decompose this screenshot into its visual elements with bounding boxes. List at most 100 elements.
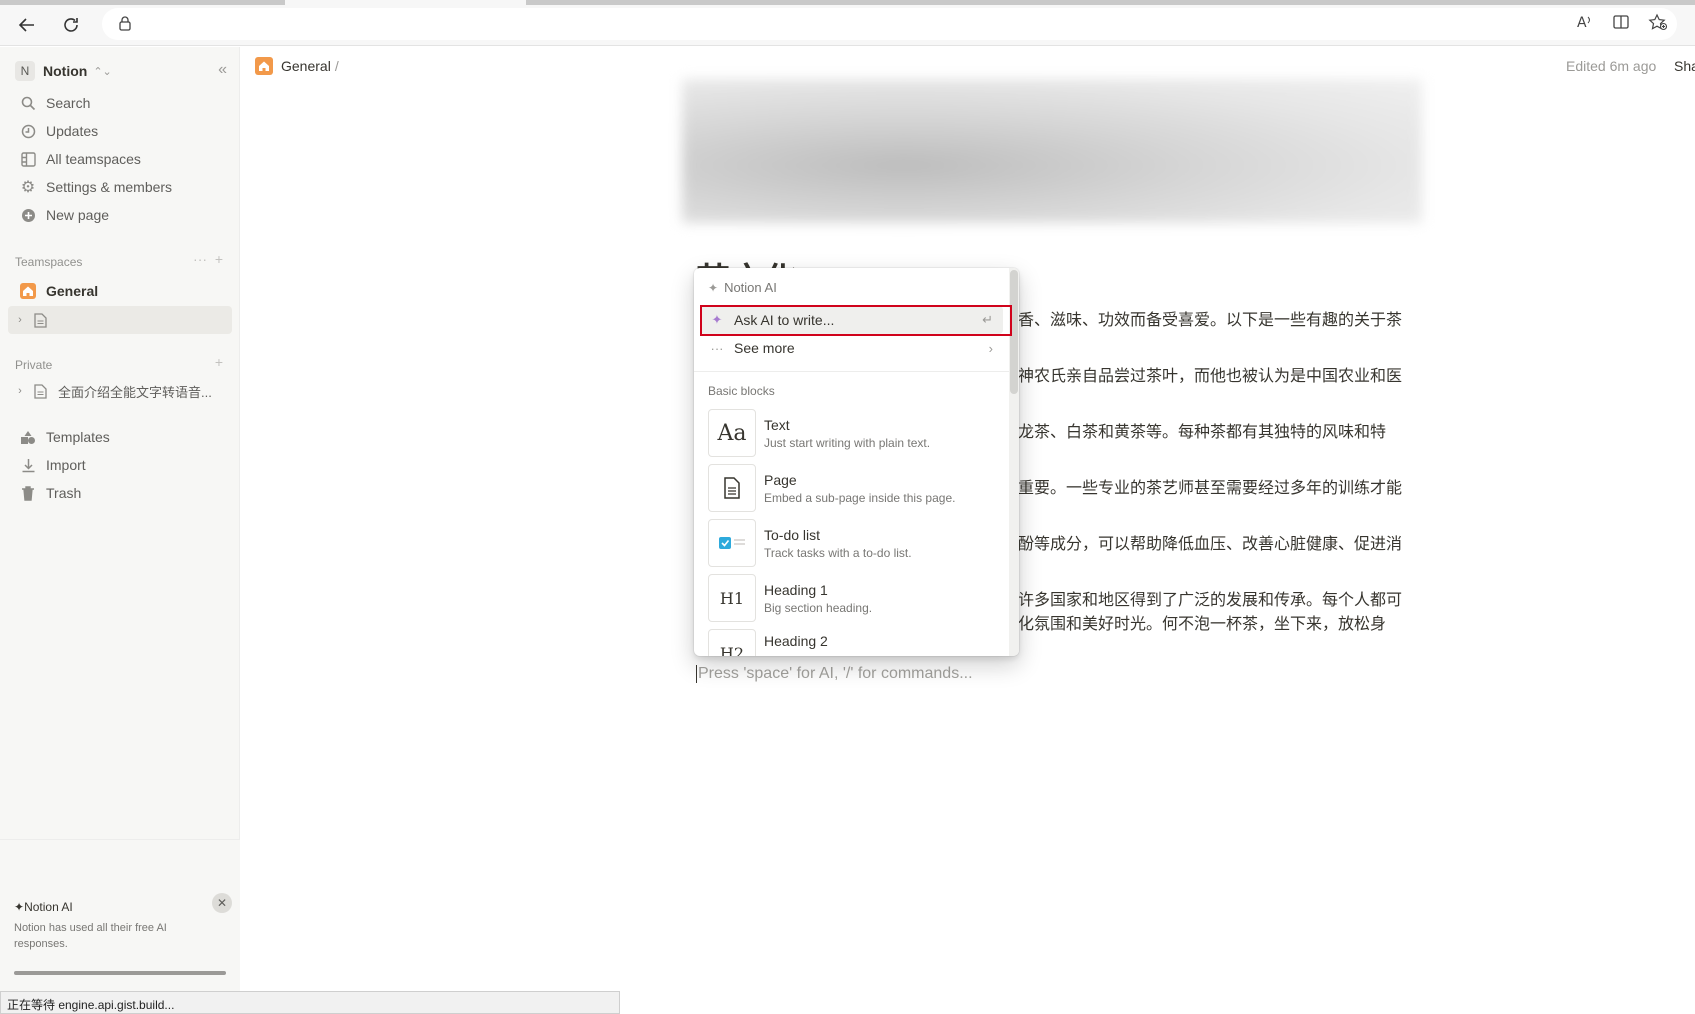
menu-item-heading-1[interactable]: H1 Heading 1 Big section heading. bbox=[708, 573, 1003, 623]
menu-item-see-more[interactable]: ··· See more › bbox=[700, 334, 1003, 362]
reload-icon[interactable] bbox=[58, 12, 84, 38]
share-button[interactable]: Sha bbox=[1674, 58, 1695, 74]
import-icon bbox=[18, 455, 38, 475]
private-section-label: Private bbox=[15, 358, 53, 372]
sidebar-item-label: Updates bbox=[46, 123, 99, 139]
gear-icon: ⚙ bbox=[20, 179, 36, 196]
breadcrumb-item[interactable]: General bbox=[281, 58, 331, 74]
teamspaces-section-label: Teamspaces bbox=[15, 255, 83, 269]
chevron-right-icon[interactable]: › bbox=[14, 310, 26, 330]
sidebar-item-trash[interactable]: Trash bbox=[8, 479, 232, 507]
block-description: Just start writing with plain text. bbox=[764, 435, 931, 450]
sidebar-item-templates[interactable]: Templates bbox=[8, 423, 232, 451]
sidebar-item-label: Trash bbox=[46, 485, 82, 501]
sidebar-item-new-page[interactable]: New page bbox=[8, 201, 232, 229]
tab-active[interactable] bbox=[526, 0, 1695, 5]
paragraph[interactable]: 香、滋味、功效而备受喜爱。以下是一些有趣的关于茶 bbox=[1018, 306, 1402, 330]
sidebar-item-label: Templates bbox=[46, 429, 110, 445]
sidebar-item-label: Search bbox=[46, 95, 91, 111]
paragraph[interactable]: 龙茶、白茶和黄茶等。每种茶都有其独特的风味和特 bbox=[1018, 418, 1386, 442]
sidebar-item-settings[interactable]: ⚙ Settings & members bbox=[8, 173, 232, 201]
menu-divider bbox=[694, 371, 1009, 372]
block-title: Text bbox=[764, 416, 790, 433]
sidebar-item-label: Settings & members bbox=[46, 179, 173, 195]
sidebar-item-label: 全面介绍全能文字转语音... bbox=[58, 384, 212, 400]
highlight-annotation bbox=[700, 305, 1012, 336]
paragraph[interactable]: 神农氏亲自品尝过茶叶，而他也被认为是中国农业和医 bbox=[1018, 362, 1402, 386]
plus-circle-icon bbox=[18, 205, 38, 225]
sidebar-item-label: New page bbox=[46, 207, 110, 223]
close-icon[interactable]: ✕ bbox=[212, 893, 232, 913]
sparkle-icon: ✦ bbox=[14, 900, 25, 914]
teamspaces-icon bbox=[18, 149, 38, 169]
workspace-name: Notion bbox=[43, 63, 88, 79]
paragraph[interactable]: 许多国家和地区得到了广泛的发展和传承。每个人都可 bbox=[1018, 586, 1402, 610]
sidebar-item-import[interactable]: Import bbox=[8, 451, 232, 479]
paragraph[interactable]: 化氛围和美好时光。何不泡一杯茶，坐下来，放松身 bbox=[1018, 610, 1386, 634]
trash-icon bbox=[18, 483, 38, 503]
read-aloud-icon[interactable]: A bbox=[1576, 13, 1594, 36]
menu-item-page[interactable]: Page Embed a sub-page inside this page. bbox=[708, 463, 1003, 513]
empty-block-placeholder[interactable]: Press 'space' for AI, '/' for commands..… bbox=[696, 665, 973, 683]
menu-group-label: Basic blocks bbox=[708, 384, 775, 398]
ai-usage-progress bbox=[14, 971, 226, 975]
menu-item-label: See more bbox=[734, 340, 795, 356]
menu-group-basic-blocks: Basic blocks bbox=[708, 384, 775, 398]
home-icon bbox=[18, 281, 38, 301]
workspace-avatar: N bbox=[15, 61, 35, 81]
chevron-right-icon: › bbox=[988, 340, 993, 356]
sidebar-item-label: General bbox=[46, 283, 99, 299]
sidebar-item-search[interactable]: Search bbox=[8, 89, 232, 117]
page-icon bbox=[30, 381, 50, 401]
clock-icon bbox=[18, 121, 38, 141]
paragraph[interactable]: 重要。一些专业的茶艺师甚至需要经过多年的训练才能 bbox=[1018, 474, 1402, 498]
breadcrumb-separator: / bbox=[334, 58, 339, 74]
collapse-sidebar-icon[interactable]: « bbox=[218, 61, 227, 79]
block-title: Heading 2 bbox=[764, 633, 828, 649]
sidebar-item-updates[interactable]: Updates bbox=[8, 117, 232, 145]
sidebar-item-label: Import bbox=[46, 457, 86, 473]
private-add-icon[interactable]: + bbox=[215, 354, 223, 370]
page-icon bbox=[708, 464, 756, 512]
chevron-right-icon[interactable]: › bbox=[14, 381, 26, 401]
templates-icon bbox=[18, 427, 38, 447]
page-title[interactable]: 茶文化 bbox=[696, 253, 798, 269]
workspace-switcher[interactable]: N Notion ⌃⌄ bbox=[8, 55, 232, 87]
sidebar-item-label: All teamspaces bbox=[46, 151, 141, 167]
menu-group-notion-ai: ✦ Notion AI bbox=[708, 280, 777, 295]
back-arrow-icon[interactable] bbox=[14, 12, 40, 38]
split-screen-icon[interactable] bbox=[1612, 13, 1630, 36]
text-block-icon: Aa bbox=[708, 409, 756, 457]
block-description: Big section heading. bbox=[764, 600, 873, 615]
ai-card-title: ✦Notion AI bbox=[14, 900, 73, 914]
ai-card-title-text: Notion AI bbox=[24, 900, 73, 914]
ai-card-text: Notion has used all their free AI respon… bbox=[14, 922, 167, 950]
block-description: Track tasks with a to-do list. bbox=[764, 545, 912, 560]
address-bar[interactable] bbox=[102, 8, 1677, 40]
sidebar-item-general[interactable]: General bbox=[8, 277, 232, 305]
heading-2-icon: H2 bbox=[708, 629, 756, 656]
menu-item-todo-list[interactable]: To-do list Track tasks with a to-do list. bbox=[708, 518, 1003, 568]
sidebar-item-untitled-page[interactable]: › bbox=[8, 306, 232, 334]
paragraph[interactable]: 酚等成分，可以帮助降低血压、改善心脏健康、促进消 bbox=[1018, 530, 1402, 554]
teamspaces-actions[interactable]: ··· + bbox=[193, 251, 223, 267]
sidebar-item-all-teamspaces[interactable]: All teamspaces bbox=[8, 145, 232, 173]
menu-item-text[interactable]: Aa Text Just start writing with plain tex… bbox=[708, 408, 1003, 458]
sidebar: N Notion ⌃⌄ « Search Updates All teamspa… bbox=[0, 47, 240, 991]
heading-1-icon: H1 bbox=[708, 574, 756, 622]
browser-status-bar: 正在等待 engine.api.gist.build... bbox=[0, 991, 620, 1014]
tab-inactive[interactable] bbox=[0, 0, 285, 5]
sparkle-icon: ✦ bbox=[708, 280, 719, 295]
lock-icon bbox=[118, 15, 132, 36]
menu-item-heading-2[interactable]: H2 Heading 2 bbox=[708, 628, 1003, 656]
sidebar-item-private-page[interactable]: › 全面介绍全能文字转语音... bbox=[8, 377, 232, 405]
favorite-star-icon[interactable] bbox=[1648, 13, 1668, 36]
tab-strip bbox=[0, 0, 1695, 5]
block-title: Page bbox=[764, 471, 797, 488]
ellipsis-icon: ··· bbox=[710, 340, 724, 356]
page-cover-image[interactable] bbox=[682, 79, 1422, 223]
svg-text:A: A bbox=[1577, 15, 1587, 31]
breadcrumb[interactable]: General / bbox=[255, 57, 339, 75]
browser-toolbar: A bbox=[0, 0, 1695, 46]
block-title: Heading 1 bbox=[764, 581, 828, 598]
